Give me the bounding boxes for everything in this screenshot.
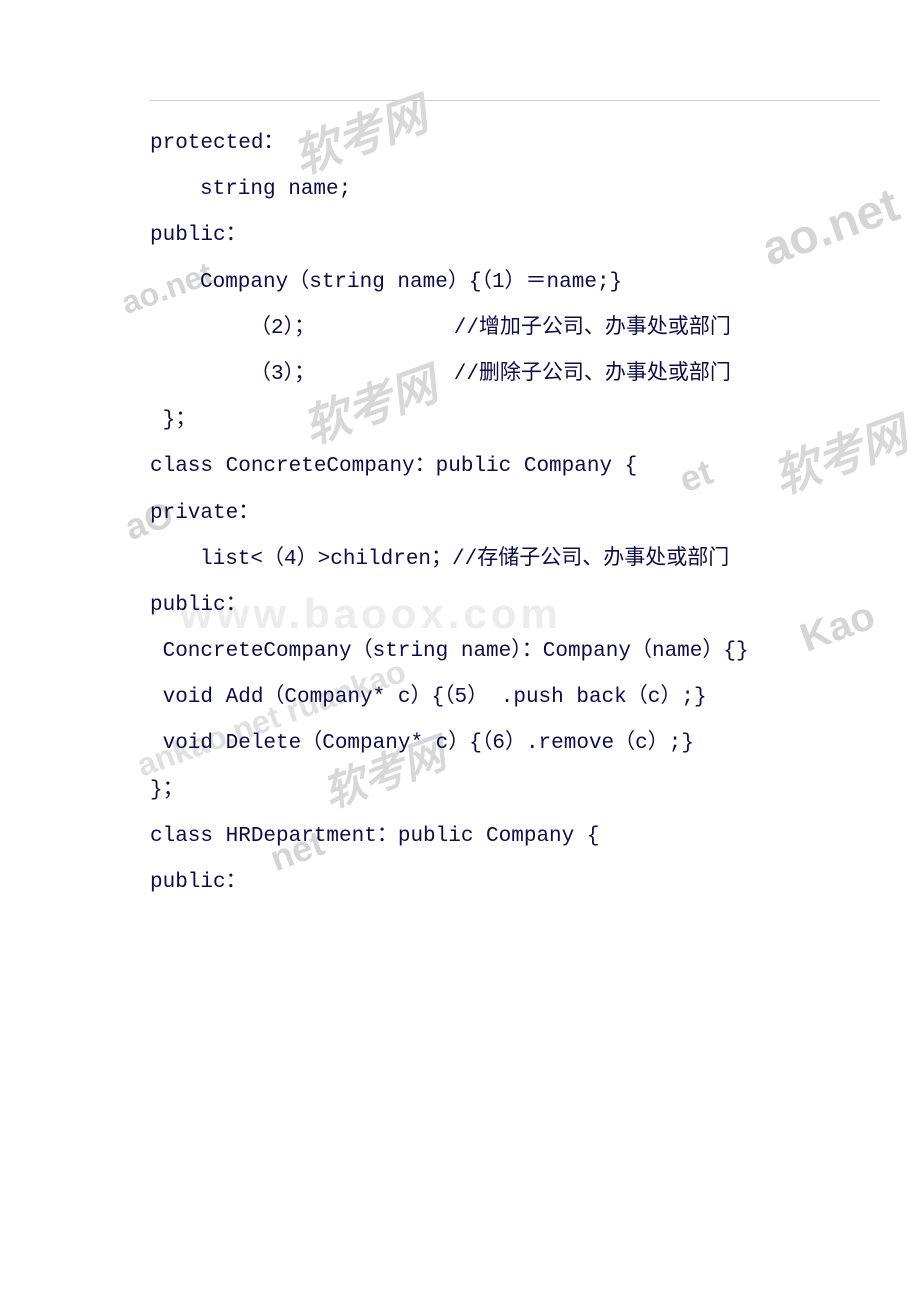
code-line-12: ConcreteCompany（string name）：Company（nam… — [150, 629, 880, 675]
code-line-5: （2）； //增加子公司、办事处或部门 — [150, 306, 880, 352]
code-line-2: string name; — [150, 167, 880, 213]
code-line-4: Company（string name）{（1）＝name;} — [150, 260, 880, 306]
code-line-7: }； — [150, 398, 880, 444]
code-line-13: void Add（Company* c）{（5） .push back（c）;} — [150, 675, 880, 721]
code-line-10: list<（4）>children；//存储子公司、办事处或部门 — [150, 537, 880, 583]
code-line-14: void Delete（Company* c）{（6）.remove（c）;} — [150, 721, 880, 767]
code-line-9: private： — [150, 491, 880, 537]
page-container: 软考网 ao.net ao.net 软考网 软考网 et aO www.baoo… — [0, 0, 920, 1302]
code-line-3: public： — [150, 213, 880, 259]
code-line-6: （3）； //删除子公司、办事处或部门 — [150, 352, 880, 398]
code-line-11: public： — [150, 583, 880, 629]
code-line-16: class HRDepartment：public Company { — [150, 814, 880, 860]
code-line-8: class ConcreteCompany：public Company { — [150, 444, 880, 490]
code-line-17: public： — [150, 860, 880, 906]
code-line-1: protected： — [150, 121, 880, 167]
code-block: protected： string name; public： Company（… — [150, 100, 880, 906]
code-line-15: }； — [150, 768, 880, 814]
